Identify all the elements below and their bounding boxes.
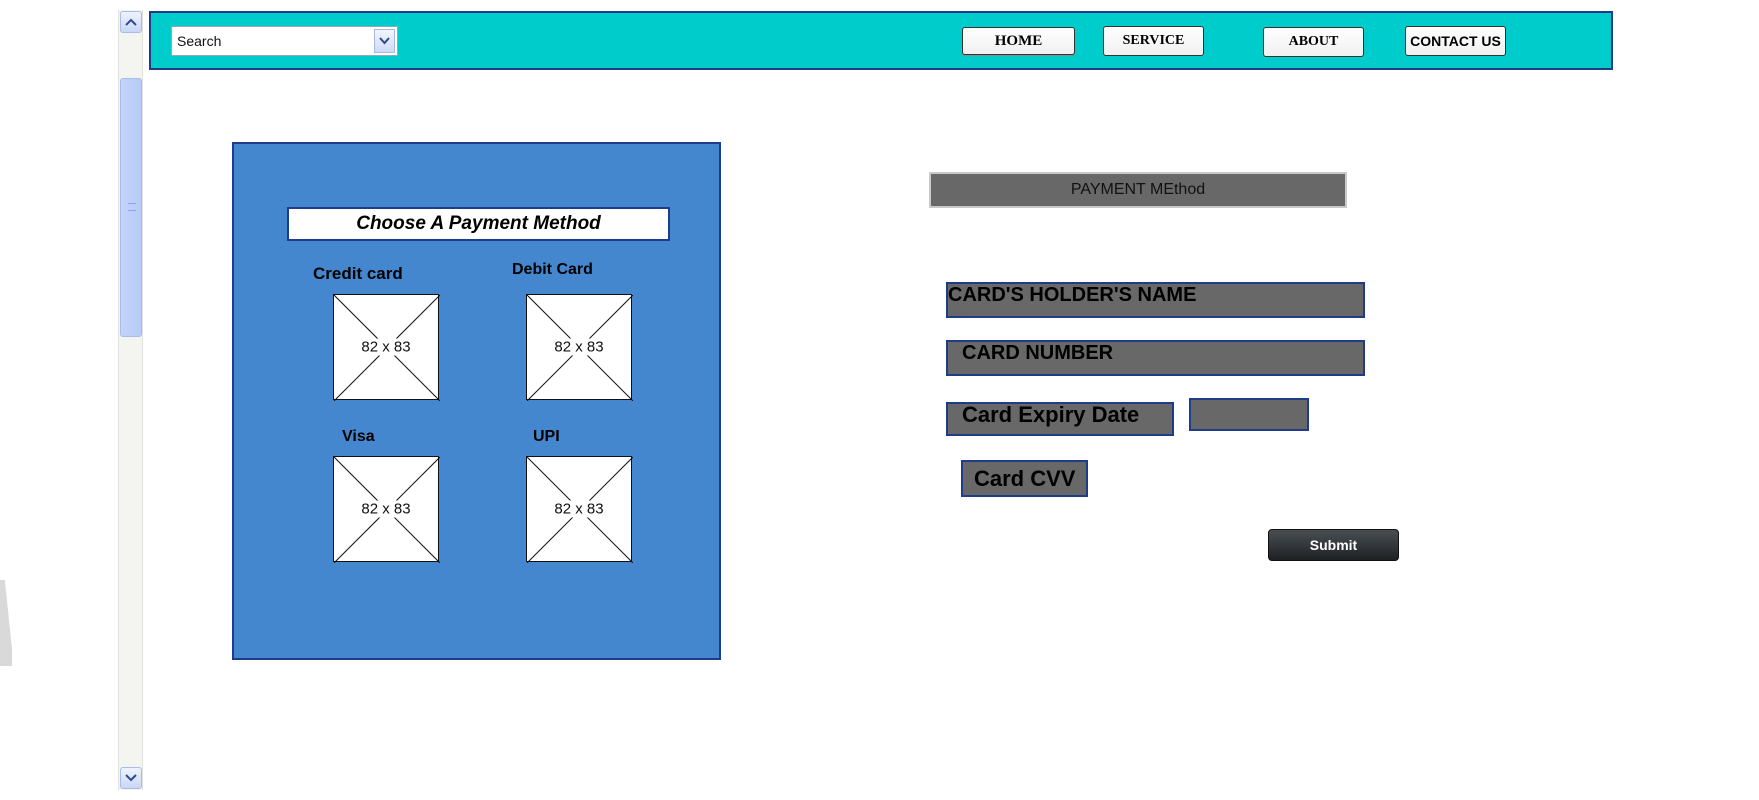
panel-title: Choose A Payment Method (287, 207, 670, 241)
vertical-scrollbar[interactable] (118, 10, 143, 790)
card-expiry-field[interactable]: Card Expiry Date (946, 402, 1174, 436)
card-cvv-field[interactable]: Card CVV (961, 460, 1088, 497)
nav-contact-button[interactable]: CONTACT US (1405, 26, 1506, 56)
visa-image[interactable]: 82 x 83 (333, 456, 440, 563)
submit-button[interactable]: Submit (1268, 529, 1399, 561)
image-size-label: 82 x 83 (359, 500, 413, 518)
nav-service-button[interactable]: SERVICE (1103, 26, 1204, 56)
image-size-label: 82 x 83 (552, 500, 606, 518)
search-combobox[interactable] (171, 26, 398, 56)
header-bar: HOME SERVICE ABOUT CONTACT US (149, 11, 1613, 70)
search-input[interactable] (172, 27, 397, 55)
decorative-shape (0, 580, 12, 666)
upi-label: UPI (533, 428, 560, 445)
credit-card-image[interactable]: 82 x 83 (333, 294, 440, 401)
card-number-field[interactable]: CARD NUMBER (946, 340, 1365, 376)
upi-image[interactable]: 82 x 83 (526, 456, 633, 563)
image-size-label: 82 x 83 (552, 338, 606, 356)
scrollbar-grip-icon (128, 203, 136, 211)
payment-options-panel: Choose A Payment Method Credit card 82 x… (232, 142, 721, 660)
debit-card-label: Debit Card (512, 261, 593, 278)
card-holder-name-field[interactable]: CARD'S HOLDER'S NAME (946, 282, 1365, 318)
card-expiry-input[interactable] (1189, 398, 1309, 431)
scroll-down-arrow-icon[interactable] (120, 767, 142, 789)
nav-about-button[interactable]: ABOUT (1263, 27, 1364, 57)
payment-method-heading: PAYMENT MEthod (929, 172, 1347, 208)
chevron-down-icon[interactable] (374, 29, 395, 53)
scrollbar-thumb[interactable] (120, 78, 142, 337)
scroll-up-arrow-icon[interactable] (120, 11, 142, 33)
image-size-label: 82 x 83 (359, 338, 413, 356)
visa-label: Visa (342, 428, 375, 445)
credit-card-label: Credit card (313, 264, 403, 283)
debit-card-image[interactable]: 82 x 83 (526, 294, 633, 401)
nav-home-button[interactable]: HOME (962, 27, 1075, 55)
